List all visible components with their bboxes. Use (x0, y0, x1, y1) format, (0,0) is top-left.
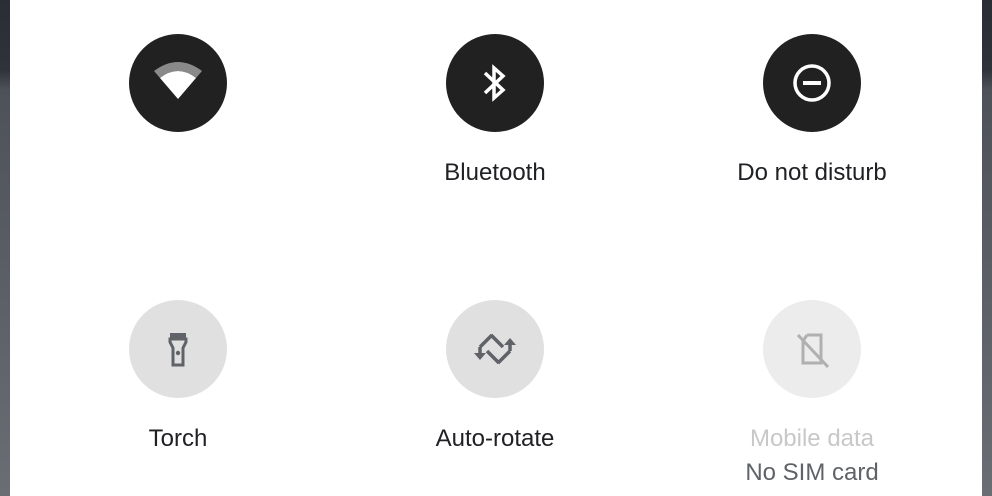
background-edge-left (0, 0, 10, 496)
wifi-icon (154, 62, 202, 99)
flashlight-icon (168, 333, 188, 367)
mobile-data-status: No SIM card (745, 459, 879, 486)
torch-label: Torch (148, 425, 208, 452)
torch-toggle-button[interactable] (129, 300, 227, 398)
do-not-disturb-label: Do not disturb (737, 159, 887, 186)
tile-wifi[interactable] (58, 34, 298, 158)
tile-mobile-data: Mobile data No SIM card (692, 300, 932, 488)
background-edge-right (982, 0, 992, 496)
mobile-data-label: Mobile data (749, 425, 875, 452)
tile-torch[interactable]: Torch (58, 300, 298, 454)
auto-rotate-icon (474, 333, 516, 365)
tile-bluetooth[interactable]: Bluetooth (375, 34, 615, 188)
auto-rotate-label: Auto-rotate (435, 425, 555, 452)
tile-do-not-disturb[interactable]: Do not disturb (692, 34, 932, 188)
bluetooth-label: Bluetooth (444, 159, 546, 186)
do-not-disturb-toggle-button[interactable] (763, 34, 861, 132)
tile-auto-rotate[interactable]: Auto-rotate (375, 300, 615, 454)
quick-settings-panel: Bluetooth Do not disturb Torch Auto-rota… (0, 0, 992, 496)
bluetooth-icon (483, 64, 506, 102)
no-sim-icon (796, 333, 830, 369)
bluetooth-toggle-button[interactable] (446, 34, 544, 132)
do-not-disturb-icon (793, 64, 831, 102)
auto-rotate-toggle-button[interactable] (446, 300, 544, 398)
mobile-data-toggle-button (763, 300, 861, 398)
wifi-toggle-button[interactable] (129, 34, 227, 132)
